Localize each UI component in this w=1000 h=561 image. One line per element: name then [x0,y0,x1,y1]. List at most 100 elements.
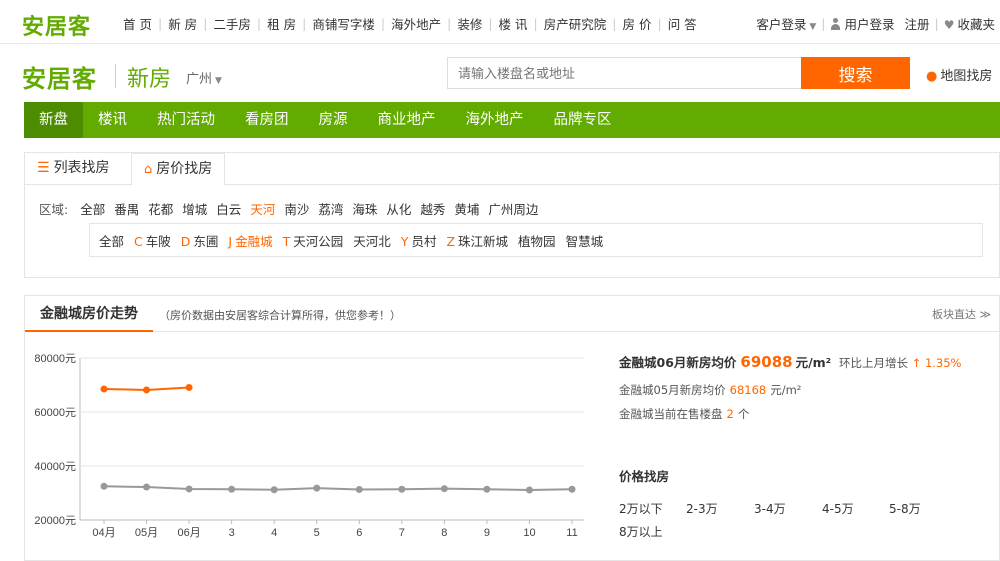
topnav-decoration[interactable]: 装修 [451,14,488,33]
x-tick-label: 10 [523,527,535,539]
x-tick-label: 8 [441,527,447,539]
x-tick-label: 7 [399,527,405,539]
data-point[interactable] [525,486,533,494]
data-point[interactable] [143,386,151,394]
subarea-option[interactable]: D 东圃 [181,231,219,250]
main-header: 安居客 新房 广州▼ 搜索 ●地图找房 [0,44,1000,102]
region-filter: 区域: 全部 番禺 花都 增城 白云 天河 南沙 荔湾 海珠 从化 越秀 黄埔 … [39,199,547,218]
nav-tour-group[interactable]: 看房团 [230,102,304,138]
customer-login[interactable]: 客户登录 ▼ [751,14,821,33]
subarea-option[interactable]: 植物园 [518,231,556,250]
onsale-label: 金融城当前在售楼盘 [619,407,723,421]
nav-brand-zone[interactable]: 品牌专区 [539,102,627,138]
price-option[interactable]: 4-5万 [822,500,854,517]
region-option[interactable]: 从化 [386,199,411,218]
data-point[interactable] [440,485,448,493]
subarea-filter: 全部 C 车陂 D 东圃 J 金融城 T 天河公园 天河北 Y 员村 Z 珠江新城 植物园 … [89,223,983,257]
data-point[interactable] [398,485,406,493]
data-point[interactable] [483,485,491,493]
subarea-option[interactable]: Y 员村 [401,231,437,250]
nav-hot-events[interactable]: 热门活动 [142,102,230,138]
topnav-overseas[interactable]: 海外地产 [385,14,447,33]
data-point[interactable] [355,485,363,493]
region-option[interactable]: 白云 [216,199,241,218]
map-search-link[interactable]: ● 地图找房 [926,65,992,84]
subarea-option[interactable]: C 车陂 [134,231,171,250]
subarea-option[interactable]: Z 珠江新城 [446,231,508,250]
topnav-research[interactable]: 房产研究院 [538,14,613,33]
favorites[interactable]: ♥ 收藏夹 [939,14,1000,33]
subarea-option-selected[interactable]: J 金融城 [228,231,272,250]
quick-link[interactable]: 板块直达 ≫ [932,306,991,322]
price-option[interactable]: 3-4万 [754,500,786,517]
region-option[interactable]: 黄埔 [454,199,479,218]
trend-title[interactable]: 金融城房价走势 [25,296,153,332]
data-point[interactable] [100,385,108,393]
data-point[interactable] [143,483,151,491]
site-logo[interactable]: 安居客 [22,9,91,41]
region-option[interactable]: 番禺 [114,199,139,218]
region-option[interactable]: 南沙 [284,199,309,218]
data-point[interactable] [185,485,193,493]
nav-commercial[interactable]: 商业地产 [363,102,451,138]
region-option[interactable]: 荔湾 [318,199,343,218]
search-input[interactable] [447,57,801,89]
nav-new-listings[interactable]: 新盘 [24,102,83,138]
price-option[interactable]: 2-3万 [686,500,718,517]
nav-overseas[interactable]: 海外地产 [451,102,539,138]
topnav-home[interactable]: 首 页 [117,14,158,33]
subarea-option[interactable]: 智慧城 [566,231,604,250]
topnav-news[interactable]: 楼 讯 [493,14,534,33]
top-nav: 首 页 | 新 房 | 二手房 | 租 房 | 商铺写字楼 | 海外地产 | 装修 | 楼 讯… [117,14,703,33]
subarea-option[interactable]: 天河北 [353,231,391,250]
arrow-up-icon: ↑ [911,356,922,370]
trend-header: 金融城房价走势 （房价数据由安居客综合计算所得，供您参考！） 板块直达 ≫ [25,296,999,332]
x-tick-label: 04月 [92,527,115,539]
price-option[interactable]: 5-8万 [889,500,921,517]
topnav-second-hand[interactable]: 二手房 [207,14,257,33]
data-point[interactable] [270,486,278,494]
topnav-qa[interactable]: 问 答 [662,14,703,33]
data-point[interactable] [568,485,576,493]
user-login[interactable]: 用户登录 [825,14,899,33]
subarea-option[interactable]: 全部 [99,231,124,250]
price-option[interactable]: 2万以下 [619,500,663,517]
data-point[interactable] [185,383,193,391]
region-option[interactable]: 广州周边 [488,199,538,218]
region-option-selected[interactable]: 天河 [250,199,275,218]
house-icon: ⌂ [144,162,153,177]
topnav-new-house[interactable]: 新 房 [162,14,203,33]
data-point[interactable] [228,485,236,493]
nav-news[interactable]: 楼讯 [83,102,142,138]
chevron-down-icon: ▼ [809,22,817,32]
tab-list-search[interactable]: ☰ 列表找房 [25,153,122,185]
data-point[interactable] [100,482,108,490]
user-login-label: 用户登录 [844,17,895,32]
data-point[interactable] [313,484,321,492]
region-option[interactable]: 花都 [148,199,173,218]
filter-panel: ☰ 列表找房 ⌂ 房价找房 区域: 全部 番禺 花都 增城 白云 天河 南沙 荔湾 … [24,152,1000,278]
topnav-price[interactable]: 房 价 [616,14,657,33]
y-tick-label: 60000元 [34,407,76,419]
topnav-commercial[interactable]: 商铺写字楼 [306,14,381,33]
map-search-label: 地图找房 [940,69,993,84]
top-right: 客户登录 ▼ | 用户登录 注册 | ♥ 收藏夹 [751,14,1000,33]
region-option[interactable]: 越秀 [420,199,445,218]
subarea-option[interactable]: T 天河公园 [283,231,344,250]
topnav-rent[interactable]: 租 房 [261,14,302,33]
header-logo[interactable]: 安居客 [22,59,97,94]
mom-label: 环比上月增长 [839,356,908,370]
nav-listings[interactable]: 房源 [304,102,363,138]
x-tick-label: 9 [484,527,490,539]
tab-price-search[interactable]: ⌂ 房价找房 [131,153,226,186]
x-tick-label: 05月 [135,527,158,539]
section-title: 新房 [127,67,172,92]
city-selector[interactable]: 广州 ▼ [186,68,222,87]
region-option[interactable]: 全部 [80,199,105,218]
price-option[interactable]: 8万以上 [619,523,663,540]
prev-label: 金融城05月新房均价 [619,383,726,397]
region-option[interactable]: 增城 [182,199,207,218]
search-button[interactable]: 搜索 [801,57,910,89]
region-option[interactable]: 海珠 [352,199,377,218]
register-link[interactable]: 注册 [899,14,934,33]
